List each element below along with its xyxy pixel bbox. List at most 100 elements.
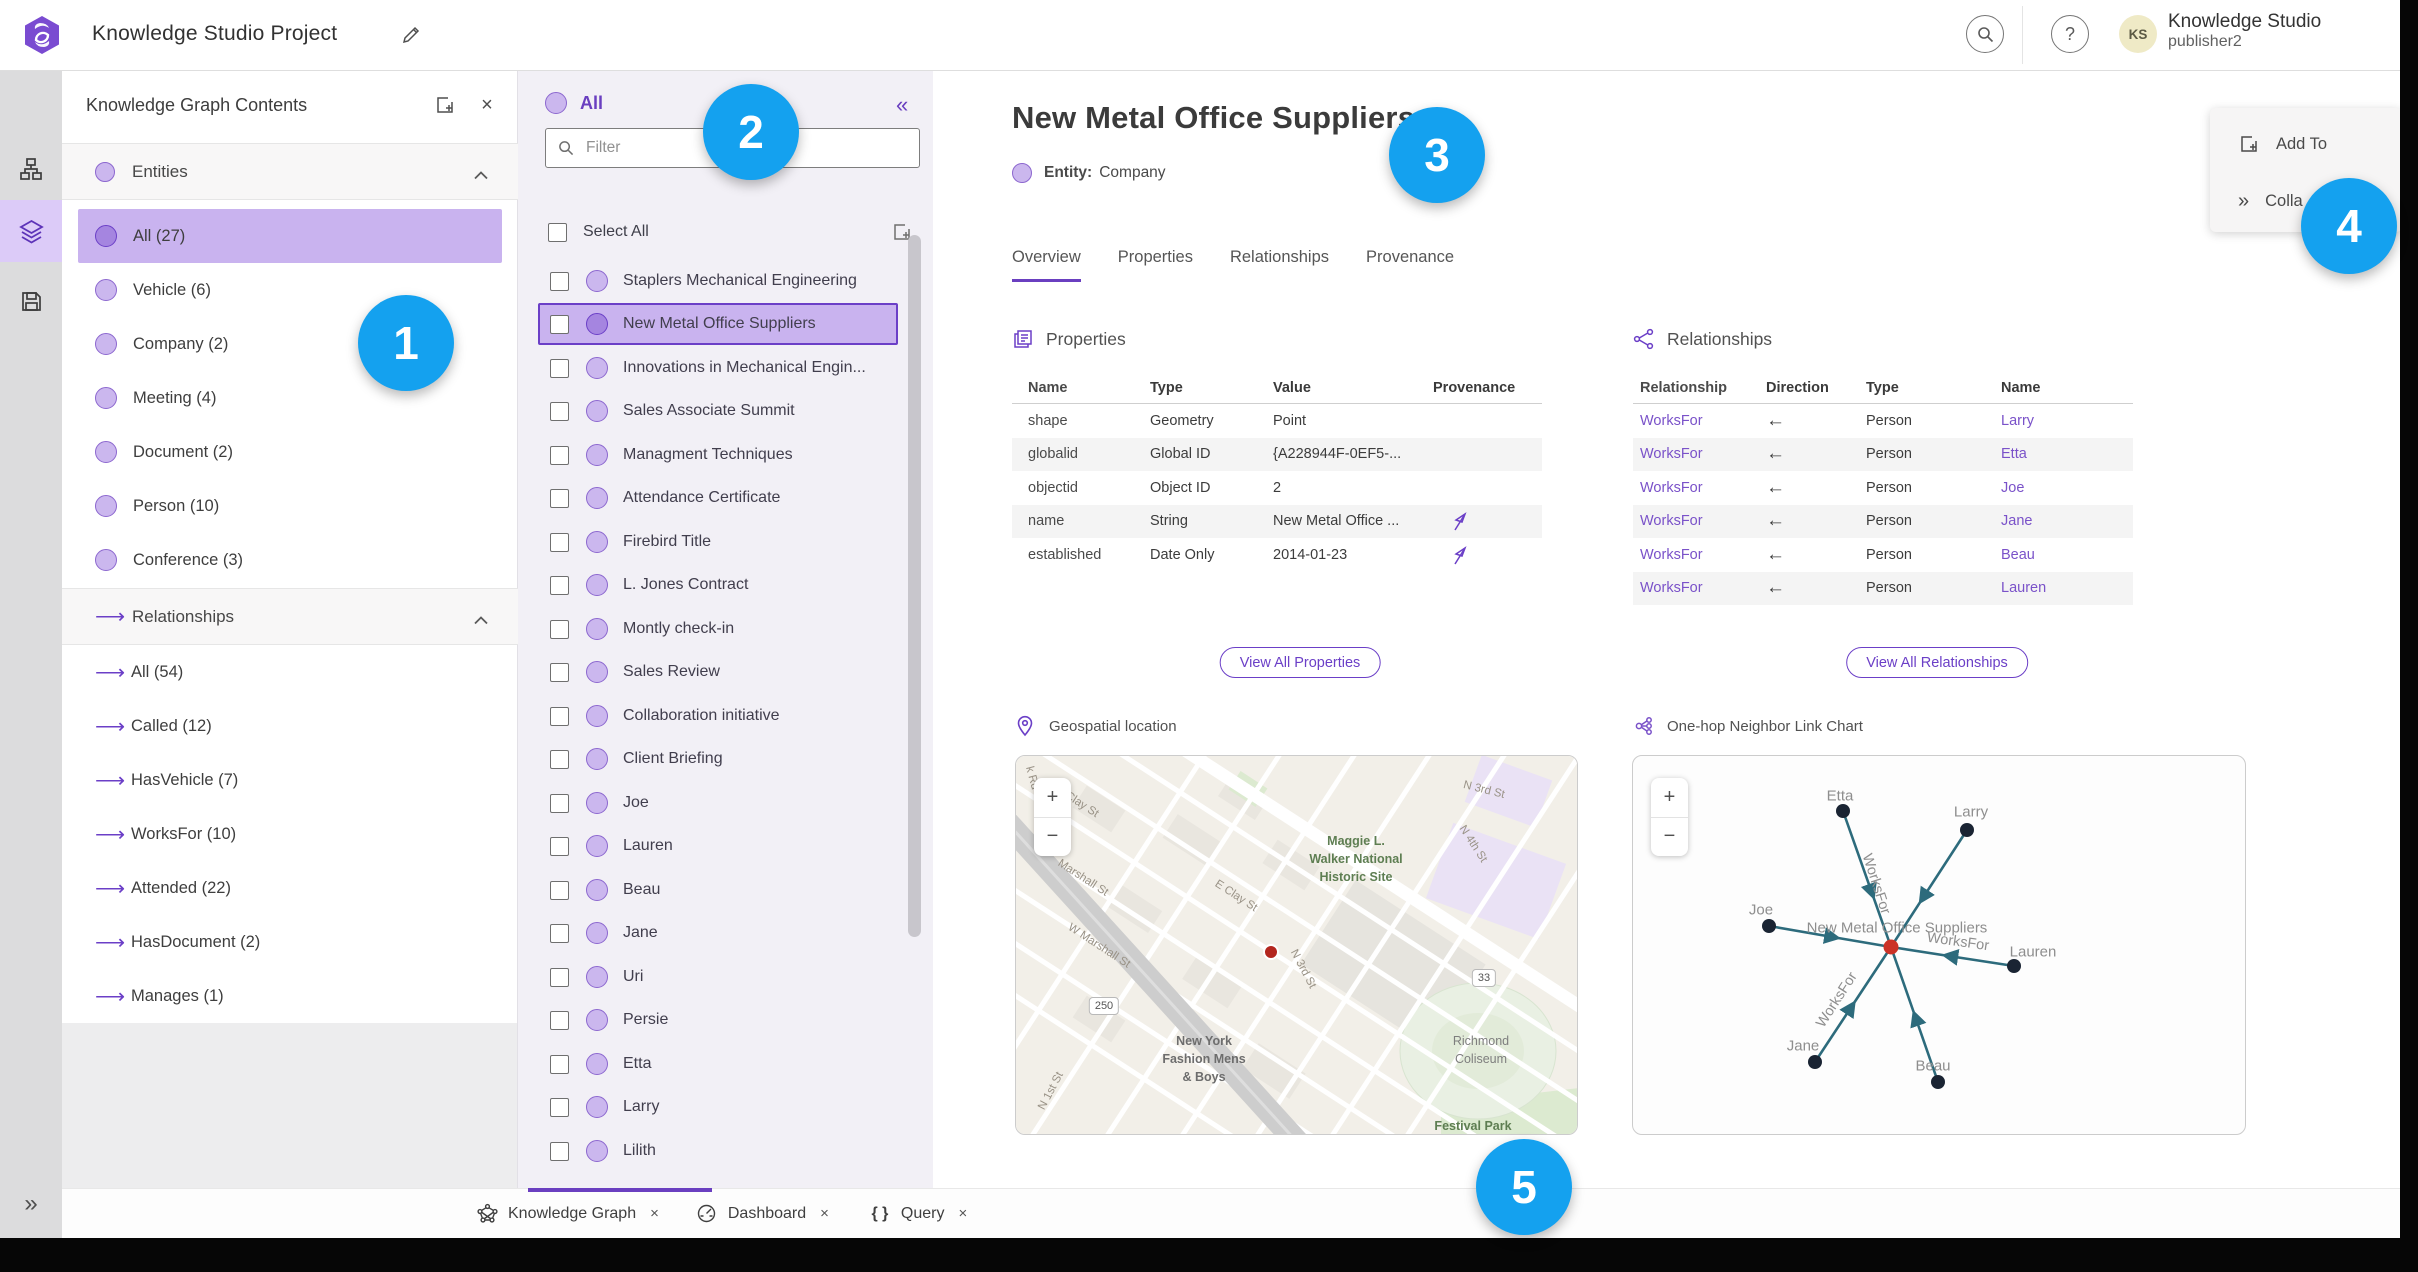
checkbox[interactable] (550, 749, 569, 769)
list-item[interactable]: Etta (538, 1043, 898, 1085)
tab-query[interactable]: { } Query × (869, 1203, 967, 1225)
relationship-link[interactable]: WorksFor (1633, 446, 1766, 462)
sidebar-item-hasvehicle[interactable]: ⟶ HasVehicle (7) (78, 753, 502, 807)
entity-link[interactable]: Etta (2001, 446, 2133, 462)
list-item-selected[interactable]: New Metal Office Suppliers (538, 303, 898, 345)
provenance-flag-icon[interactable] (1451, 545, 1469, 565)
edit-title-icon[interactable] (400, 24, 422, 46)
sidebar-item-manages[interactable]: ⟶ Manages (1) (78, 969, 502, 1023)
save-tool-icon[interactable] (0, 270, 62, 332)
checkbox[interactable] (550, 1010, 569, 1030)
checkbox[interactable] (550, 706, 569, 726)
zoom-in-button[interactable]: + (1034, 778, 1071, 818)
list-item[interactable]: Uri (538, 956, 898, 998)
close-panel-icon[interactable]: × (475, 93, 499, 117)
tab-dashboard[interactable]: Dashboard × (696, 1203, 829, 1225)
list-item[interactable]: Staplers Mechanical Engineering (538, 260, 898, 302)
tab-knowledge-graph[interactable]: Knowledge Graph × (476, 1203, 659, 1225)
add-to-menu-item[interactable]: Add To (2238, 133, 2327, 155)
list-item[interactable]: Persie (538, 999, 898, 1041)
sidebar-item-entities-all[interactable]: All (27) (78, 209, 502, 263)
close-tab-icon[interactable]: × (958, 1205, 967, 1222)
tab-overview[interactable]: Overview (1012, 248, 1081, 282)
checkbox[interactable] (550, 880, 569, 900)
entity-link[interactable]: Beau (2001, 547, 2133, 563)
checkbox[interactable] (550, 967, 569, 987)
view-all-properties-button[interactable]: View All Properties (1219, 647, 1381, 678)
relationships-section-header[interactable]: ⟶ Relationships (62, 588, 518, 645)
sidebar-item-hasdocument[interactable]: ⟶ HasDocument (2) (78, 915, 502, 969)
tab-relationships[interactable]: Relationships (1230, 248, 1329, 282)
list-scrollbar[interactable] (908, 235, 921, 937)
relationship-link[interactable]: WorksFor (1633, 547, 1766, 563)
app-logo-icon[interactable] (22, 15, 62, 55)
list-item[interactable]: Managment Techniques (538, 434, 898, 476)
checkbox[interactable] (550, 358, 569, 378)
zoom-in-button[interactable]: + (1651, 778, 1688, 818)
list-item[interactable]: Jane (538, 912, 898, 954)
chevron-up-icon[interactable] (474, 167, 488, 180)
entity-link[interactable]: Joe (2001, 480, 2133, 496)
sidebar-item-called[interactable]: ⟶ Called (12) (78, 699, 502, 753)
checkbox[interactable] (550, 488, 569, 508)
provenance-flag-icon[interactable] (1451, 511, 1469, 531)
geospatial-map[interactable]: W Clay St N 3rd St N 4th St Maggie L. Wa… (1015, 755, 1578, 1135)
search-button[interactable] (1966, 15, 2004, 53)
list-item[interactable]: Firebird Title (538, 521, 898, 563)
sidebar-item-person[interactable]: Person (10) (78, 479, 502, 533)
list-item[interactable]: L. Jones Contract (538, 564, 898, 606)
checkbox[interactable] (550, 662, 569, 682)
checkbox[interactable] (550, 532, 569, 552)
list-item[interactable]: Larry (538, 1086, 898, 1128)
close-tab-icon[interactable]: × (820, 1205, 829, 1222)
chevron-up-icon[interactable] (474, 612, 488, 625)
list-item[interactable]: Lauren (538, 825, 898, 867)
tab-properties[interactable]: Properties (1118, 248, 1193, 282)
sidebar-item-conference[interactable]: Conference (3) (78, 533, 502, 587)
entities-section-header[interactable]: Entities (62, 143, 518, 200)
zoom-out-button[interactable]: − (1034, 818, 1071, 857)
user-info[interactable]: Knowledge Studio publisher2 (2168, 11, 2321, 51)
user-avatar[interactable]: KS (2119, 15, 2157, 53)
sidebar-item-meeting[interactable]: Meeting (4) (78, 371, 502, 425)
layers-tool-icon[interactable] (0, 200, 62, 262)
list-item[interactable]: Sales Associate Summit (538, 390, 898, 432)
close-tab-icon[interactable]: × (650, 1205, 659, 1222)
checkbox[interactable] (550, 1097, 569, 1117)
relationship-link[interactable]: WorksFor (1633, 413, 1766, 429)
list-item[interactable]: Joe (538, 782, 898, 824)
checkbox[interactable] (550, 1141, 569, 1161)
list-item[interactable]: Sales Review (538, 651, 898, 693)
collapse-menu-item[interactable]: » Colla (2238, 190, 2303, 213)
checkbox[interactable] (550, 923, 569, 943)
list-item[interactable]: Beau (538, 869, 898, 911)
checkbox[interactable] (550, 1054, 569, 1074)
list-item[interactable]: Client Briefing (538, 738, 898, 780)
sidebar-item-worksfor[interactable]: ⟶ WorksFor (10) (78, 807, 502, 861)
checkbox[interactable] (550, 836, 569, 856)
checkbox[interactable] (550, 619, 569, 639)
list-item[interactable]: Montly check-in (538, 608, 898, 650)
entity-link[interactable]: Jane (2001, 513, 2133, 529)
help-button[interactable]: ? (2051, 15, 2089, 53)
list-item[interactable]: Lilith (538, 1130, 898, 1172)
relationship-link[interactable]: WorksFor (1633, 480, 1766, 496)
checkbox[interactable] (550, 401, 569, 421)
checkbox[interactable] (550, 445, 569, 465)
checkbox[interactable] (550, 314, 569, 334)
sidebar-item-document[interactable]: Document (2) (78, 425, 502, 479)
tab-provenance[interactable]: Provenance (1366, 248, 1454, 282)
sidebar-item-relationships-all[interactable]: ⟶ All (54) (78, 645, 502, 699)
relationship-link[interactable]: WorksFor (1633, 513, 1766, 529)
view-all-relationships-button[interactable]: View All Relationships (1846, 647, 2028, 678)
add-to-new-icon[interactable] (433, 93, 457, 117)
list-item[interactable]: Attendance Certificate (538, 477, 898, 519)
zoom-out-button[interactable]: − (1651, 818, 1688, 857)
checkbox[interactable] (550, 575, 569, 595)
link-chart-tool-icon[interactable] (0, 138, 62, 200)
link-chart[interactable]: Etta Larry Joe Lauren Jane Beau New Meta… (1632, 755, 2246, 1135)
entity-link[interactable]: Larry (2001, 413, 2133, 429)
sidebar-item-attended[interactable]: ⟶ Attended (22) (78, 861, 502, 915)
select-all-checkbox[interactable] (548, 222, 567, 242)
checkbox[interactable] (550, 793, 569, 813)
